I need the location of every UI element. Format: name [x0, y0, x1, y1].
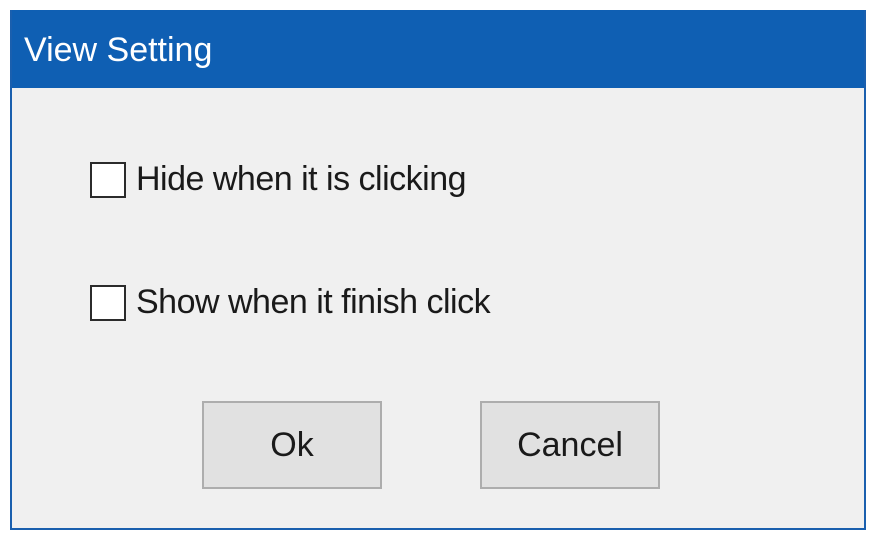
cancel-button[interactable]: Cancel — [480, 401, 660, 489]
title-bar[interactable]: View Setting — [12, 10, 864, 88]
ok-button[interactable]: Ok — [202, 401, 382, 489]
show-when-finish-option[interactable]: Show when it finish click — [90, 283, 491, 322]
show-when-finish-checkbox[interactable] — [90, 284, 126, 321]
hide-when-clicking-option[interactable]: Hide when it is clicking — [90, 160, 467, 199]
dialog-title: View Setting — [24, 31, 213, 69]
hide-when-clicking-label[interactable]: Hide when it is clicking — [136, 160, 467, 199]
hide-when-clicking-checkbox[interactable] — [90, 161, 126, 198]
show-when-finish-label[interactable]: Show when it finish click — [136, 283, 491, 322]
view-setting-dialog: View Setting Hide when it is clicking Sh… — [10, 10, 866, 530]
